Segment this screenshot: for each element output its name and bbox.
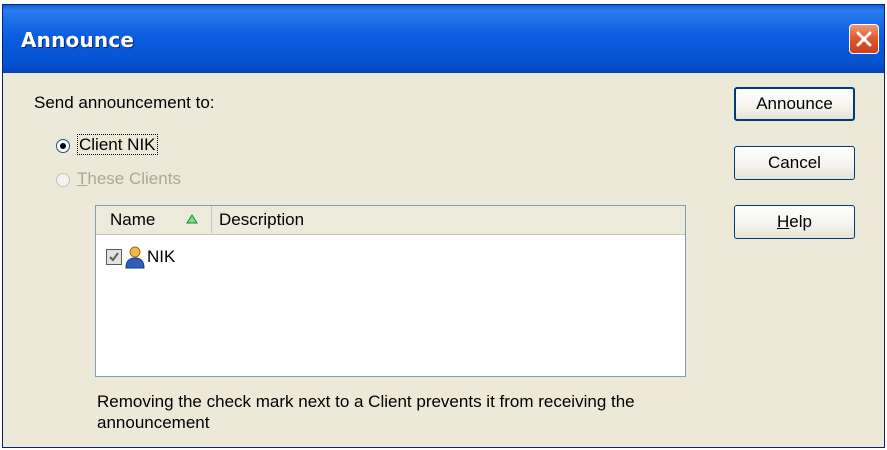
announce-button[interactable]: Announce	[734, 87, 855, 121]
client-nik-text: Client NIK	[77, 134, 158, 155]
list-header: Name Description	[96, 206, 685, 235]
title-bar[interactable]: Announce	[3, 5, 884, 73]
radio-these-clients[interactable]	[56, 173, 70, 187]
column-header-name[interactable]: Name	[96, 206, 212, 233]
removal-note: Removing the check mark next to a Client…	[97, 392, 635, 432]
close-icon	[856, 31, 872, 47]
window-title: Announce	[21, 28, 135, 52]
column-header-description[interactable]: Description	[212, 206, 685, 233]
radio-these-clients-label[interactable]: These Clients	[77, 169, 181, 189]
radio-selected-dot	[60, 143, 66, 149]
clients-list[interactable]: Name Description NIK	[95, 205, 686, 377]
column-description-label: Description	[219, 210, 305, 229]
cancel-button[interactable]: Cancel	[734, 146, 855, 180]
client-name: NIK	[147, 247, 176, 266]
announce-dialog: Announce Send announcement to: Client NI…	[2, 4, 885, 448]
send-to-label: Send announcement to:	[34, 93, 215, 112]
client-checkbox[interactable]	[106, 249, 122, 265]
checkmark-icon	[109, 252, 119, 262]
radio-client-nik-label[interactable]: Client NIK	[77, 134, 158, 155]
help-button[interactable]: Help	[734, 205, 855, 239]
radio-client-nik[interactable]	[56, 139, 70, 153]
user-icon	[125, 246, 145, 269]
column-name-label: Name	[110, 210, 156, 229]
close-button[interactable]	[849, 24, 879, 54]
table-row[interactable]: NIK	[106, 244, 175, 270]
sort-ascending-icon	[186, 214, 198, 224]
help-button-label: Help	[777, 212, 812, 231]
